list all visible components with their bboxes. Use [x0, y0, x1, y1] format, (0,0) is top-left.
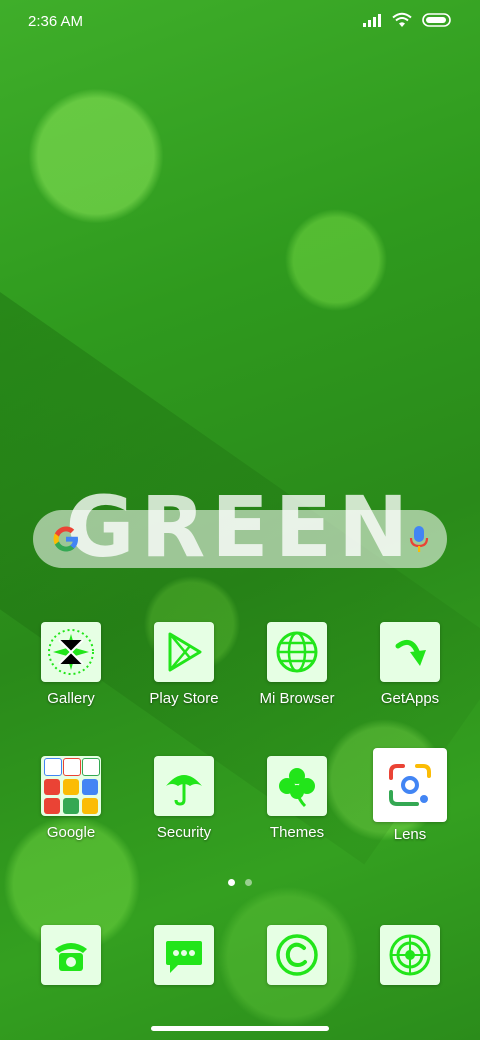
umbrella-icon [154, 756, 214, 816]
app-label: Google [46, 824, 96, 841]
page-dot-active[interactable] [228, 879, 235, 886]
page-indicator [0, 879, 480, 886]
app-label: Lens [393, 826, 427, 843]
dock-messages[interactable] [129, 925, 239, 985]
google-logo-icon [53, 526, 78, 552]
gallery-icon [41, 622, 101, 682]
messages-icon [154, 925, 214, 985]
dock-copyright[interactable] [242, 925, 352, 985]
app-label: Mi Browser [259, 690, 335, 707]
play-store-icon [154, 622, 214, 682]
home-indicator[interactable] [151, 1026, 329, 1031]
status-bar: 2:36 AM [0, 0, 480, 44]
app-security[interactable]: Security [129, 756, 239, 841]
status-icons [362, 12, 452, 28]
status-time: 2:36 AM [28, 13, 84, 30]
page-dot[interactable] [245, 879, 252, 886]
app-label: Themes [269, 824, 325, 841]
app-gallery[interactable]: Gallery [16, 622, 126, 707]
phone-icon [41, 925, 101, 985]
signal-icon [363, 14, 381, 27]
app-google-folder[interactable]: Google [16, 756, 126, 841]
battery-icon [422, 13, 451, 27]
copyright-icon [267, 925, 327, 985]
app-themes[interactable]: Themes [242, 756, 352, 841]
dock-phone[interactable] [16, 925, 126, 985]
app-play-store[interactable]: Play Store [129, 622, 239, 707]
target-icon [380, 925, 440, 985]
dock-target[interactable] [355, 925, 465, 985]
globe-icon [267, 622, 327, 682]
google-lens-icon [373, 748, 447, 822]
app-label: Gallery [47, 690, 95, 707]
wifi-icon [392, 12, 412, 27]
app-getapps[interactable]: GetApps [355, 622, 465, 707]
app-lens[interactable]: Lens [355, 748, 465, 843]
app-label: Security [156, 824, 212, 841]
getapps-arrow-icon [380, 622, 440, 682]
app-label: GetApps [380, 690, 440, 707]
clover-icon [267, 756, 327, 816]
app-mi-browser[interactable]: Mi Browser [242, 622, 352, 707]
microphone-icon[interactable] [409, 524, 429, 554]
app-label: Play Store [149, 690, 219, 707]
search-bar[interactable] [33, 510, 447, 568]
google-folder-icon [41, 756, 101, 816]
